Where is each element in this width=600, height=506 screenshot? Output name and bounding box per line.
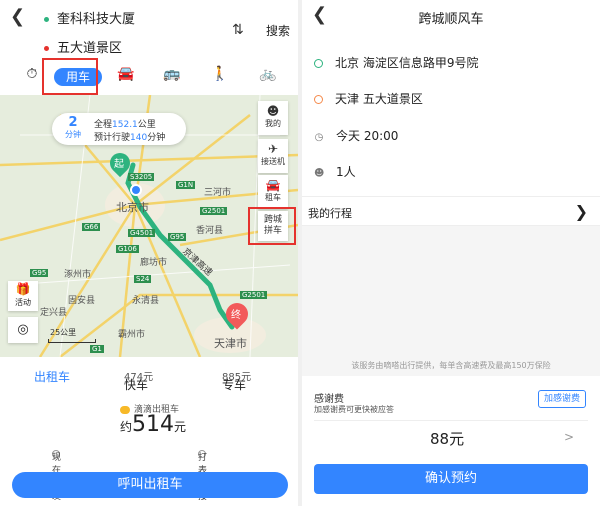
walk-mode-icon[interactable]: 🚶 <box>208 66 232 82</box>
road-shield: G2501 <box>200 207 228 215</box>
chevron-right-icon[interactable]: > <box>564 430 574 444</box>
locate-me-button[interactable]: ◎ <box>8 317 38 343</box>
highlight-box <box>248 207 296 245</box>
start-pin-label: 起 <box>114 159 124 170</box>
map-scale-bar <box>48 339 96 343</box>
departure-time-row[interactable]: ◷ 今天 20:00 <box>314 127 399 144</box>
fare-estimate: 约514元 <box>120 412 187 437</box>
car-rental-button[interactable]: 🚘 租车 <box>258 175 288 209</box>
empty-area <box>302 226 600 376</box>
page-title: 跨城顺风车 <box>418 12 484 27</box>
route-map[interactable]: 北京市 三河市 香河县 廊坊市 永清县 涿州市 固安县 定兴县 霸州市 天津市 … <box>0 95 298 357</box>
destination-ring-icon <box>314 95 323 104</box>
road-shield: G1 <box>90 345 104 353</box>
bus-mode-icon[interactable]: 🚌 <box>160 66 184 82</box>
origin-dot-icon <box>44 17 49 22</box>
passengers-row[interactable]: ☻ 1人 <box>314 163 356 180</box>
destination-row[interactable]: 天津 五大道景区 <box>314 90 423 107</box>
road-shield: G1N <box>176 181 196 189</box>
map-label-bazhou: 霸州市 <box>118 330 146 340</box>
map-label-yongqing: 永清县 <box>132 296 160 306</box>
my-profile-button[interactable]: ☻ 我的 <box>258 101 288 135</box>
bike-mode-icon[interactable]: 🚲 <box>256 66 280 82</box>
search-button[interactable]: 搜索 <box>266 22 290 39</box>
timer-mode-icon[interactable]: ⏱ <box>20 66 44 82</box>
road-shield: G95 <box>168 233 187 241</box>
distance-line: 全程152.1公里 <box>94 120 156 130</box>
left-panel: ❮ 奎科科技大厦 五大道景区 ⇅ 搜索 ⏱ 用车 🚘 🚌 🚶 🚲 北京市 三河市… <box>0 0 298 506</box>
gift-icon: 🎁 <box>15 282 31 296</box>
my-trip-row[interactable]: 我的行程 ❯ <box>302 196 600 226</box>
map-label-sanhe: 三河市 <box>204 188 232 198</box>
my-trip-label: 我的行程 <box>308 207 352 220</box>
map-label-xianghe: 香河县 <box>196 226 224 236</box>
map-label-zhuozhou: 涿州市 <box>64 270 92 280</box>
service-note: 该服务由嘀嗒出行提供，每单含高速费及最高150万保险 <box>351 361 551 370</box>
road-shield: G106 <box>116 245 139 253</box>
right-panel: ❮ 跨城顺风车 北京 海淀区信息路甲9号院 天津 五大道景区 ◷ 今天 20:00… <box>302 0 600 506</box>
confirm-booking-button[interactable]: 确认预约 <box>314 464 588 494</box>
map-label-guan: 固安县 <box>68 296 96 306</box>
add-thanks-fee-button[interactable]: 加感谢费 <box>538 390 586 408</box>
swap-icon[interactable]: ⇅ <box>232 22 244 38</box>
vehicle-tabs: 出租车 快车 474元 专车 885元 <box>0 360 298 392</box>
tab-express[interactable]: 快车 474元 <box>124 368 153 392</box>
clock-icon: ◷ <box>314 132 324 143</box>
trip-summary-card: 2 分钟 全程152.1公里 预计行驶140分钟 <box>52 113 186 145</box>
road-shield: G66 <box>82 223 101 231</box>
chevron-right-icon: ❯ <box>574 202 588 221</box>
back-arrow-icon[interactable]: ❮ <box>10 6 25 27</box>
destination-field[interactable]: 五大道景区 <box>44 37 122 56</box>
map-scale-label: 25公里 <box>50 328 77 337</box>
tab-taxi[interactable]: 出租车 <box>34 368 70 385</box>
road-shield: G2501 <box>240 291 268 299</box>
eta-line: 预计行驶140分钟 <box>94 133 166 143</box>
fare-amount[interactable]: 88元 <box>430 428 464 449</box>
airport-transfer-button[interactable]: ✈ 接送机 <box>258 139 288 173</box>
road-shield: G4501 <box>128 229 156 237</box>
map-label-langfang: 廊坊市 <box>140 258 168 268</box>
road-shield: G95 <box>30 269 49 277</box>
destination-text: 五大道景区 <box>57 41 123 56</box>
origin-row[interactable]: 北京 海淀区信息路甲9号院 <box>314 54 478 71</box>
promotions-button[interactable]: 🎁 活动 <box>8 281 38 311</box>
route-header: ❮ 奎科科技大厦 五大道景区 ⇅ 搜索 <box>0 0 298 58</box>
road-shield: S24 <box>134 275 152 283</box>
road-shield: S3205 <box>128 173 155 181</box>
map-label-dingxing: 定兴县 <box>40 308 68 318</box>
highlight-box <box>42 58 98 95</box>
end-pin-label: 终 <box>231 310 241 321</box>
map-label-beijing: 北京市 <box>116 201 149 214</box>
duration-unit: 分钟 <box>65 130 81 139</box>
duration-value: 2 <box>68 115 78 130</box>
car-mode-icon[interactable]: 🚘 <box>114 66 138 82</box>
origin-ring-icon <box>314 59 323 68</box>
map-label-tianjin: 天津市 <box>214 337 247 350</box>
person-icon: ☻ <box>266 104 280 118</box>
origin-field[interactable]: 奎科科技大厦 <box>44 8 135 27</box>
car-icon: 🚘 <box>265 178 281 192</box>
divider <box>314 420 588 421</box>
destination-dot-icon <box>44 46 49 51</box>
call-taxi-button[interactable]: 呼叫出租车 <box>12 472 288 498</box>
duration-badge: 2 分钟 <box>62 116 84 140</box>
header: ❮ 跨城顺风车 <box>302 0 600 32</box>
locate-icon: ◎ <box>17 322 29 337</box>
origin-text: 奎科科技大厦 <box>57 12 136 27</box>
tab-premium[interactable]: 专车 885元 <box>222 368 251 392</box>
person-icon: ☻ <box>314 168 325 179</box>
plane-icon: ✈ <box>267 142 279 156</box>
thanks-fee-subtitle: 加感谢费可更快被应答 <box>314 405 394 414</box>
thanks-fee-title: 感谢费 <box>314 394 344 405</box>
